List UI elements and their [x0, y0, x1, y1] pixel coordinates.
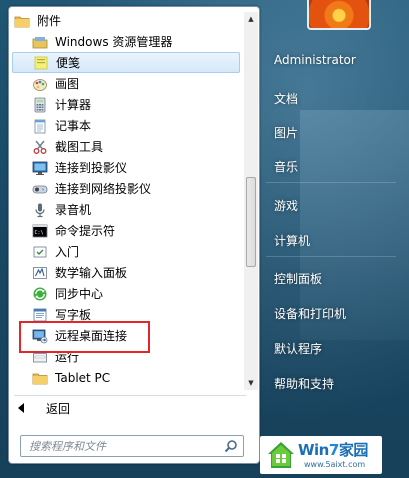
math-input-icon: [32, 265, 48, 281]
projector-icon: [32, 160, 48, 176]
microphone-icon: [32, 202, 48, 218]
program-list-scrollbar[interactable]: ▲ ▼: [244, 12, 258, 390]
folder-tablet-pc[interactable]: Tablet PC: [12, 367, 244, 388]
sync-center-icon: [32, 286, 48, 302]
program-sound-recorder[interactable]: 录音机: [12, 199, 244, 220]
program-label: 画图: [55, 77, 80, 91]
program-label: 数学输入面板: [55, 266, 128, 280]
right-item-music[interactable]: 音乐: [274, 158, 298, 175]
notepad-icon: [32, 118, 48, 134]
right-item-user[interactable]: Administrator: [274, 53, 356, 67]
program-math-input[interactable]: 数学输入面板: [12, 262, 244, 283]
program-label: 录音机: [55, 203, 92, 217]
program-connect-projector[interactable]: 连接到投影仪: [12, 157, 244, 178]
program-label: 命令提示符: [55, 224, 116, 238]
program-sync-center[interactable]: 同步中心: [12, 283, 244, 304]
program-paint[interactable]: 画图: [12, 73, 244, 94]
user-avatar[interactable]: [307, 0, 371, 30]
scroll-down-arrow[interactable]: ▼: [244, 376, 258, 390]
program-label: 附件: [37, 14, 62, 28]
scroll-up-arrow[interactable]: ▲: [244, 12, 258, 26]
right-item-control-panel[interactable]: 控制面板: [274, 270, 322, 287]
watermark-url: www.5aixt.com: [304, 460, 366, 469]
command-prompt-icon: C:\: [32, 223, 48, 239]
right-item-games[interactable]: 游戏: [274, 197, 298, 214]
scroll-thumb[interactable]: [246, 177, 256, 267]
program-command-prompt[interactable]: C:\ 命令提示符: [12, 220, 244, 241]
program-connect-network-projector[interactable]: 连接到网络投影仪: [12, 178, 244, 199]
program-label: 便笺: [56, 56, 81, 70]
search-input[interactable]: 搜索程序和文件: [20, 435, 244, 457]
annotation-highlight-box: [19, 321, 150, 353]
right-item-help-support[interactable]: 帮助和支持: [274, 375, 334, 392]
back-arrow-icon: [18, 403, 24, 413]
program-label: 截图工具: [55, 140, 104, 154]
right-separator: [266, 256, 396, 257]
program-snipping-tool[interactable]: 截图工具: [12, 136, 244, 157]
right-item-default-programs[interactable]: 默认程序: [274, 340, 322, 357]
search-placeholder: 搜索程序和文件: [29, 440, 106, 453]
snipping-tool-icon: [32, 139, 48, 155]
program-label: Windows 资源管理器: [55, 35, 173, 49]
house-logo-icon: [268, 442, 294, 468]
program-label: Tablet PC: [55, 370, 111, 385]
network-projector-icon: [32, 181, 48, 197]
calculator-icon: [32, 97, 48, 113]
back-button[interactable]: 返回: [14, 398, 246, 418]
search-icon[interactable]: [224, 439, 238, 453]
program-label: 记事本: [55, 119, 92, 133]
program-sticky-notes[interactable]: 便笺: [12, 52, 240, 73]
right-separator: [266, 182, 396, 183]
back-divider: [14, 395, 246, 396]
program-notepad[interactable]: 记事本: [12, 115, 244, 136]
program-getting-started[interactable]: 入门: [12, 241, 244, 262]
back-label: 返回: [46, 401, 71, 416]
right-item-documents[interactable]: 文档: [274, 90, 298, 107]
program-label: 计算器: [55, 98, 92, 112]
paint-icon: [32, 76, 48, 92]
getting-started-icon: [32, 244, 48, 260]
program-label: 连接到网络投影仪: [55, 182, 152, 196]
folder-icon: [14, 13, 30, 29]
right-item-devices-printers[interactable]: 设备和打印机: [274, 305, 346, 322]
svg-text:C:\: C:\: [35, 230, 44, 236]
program-label: 同步中心: [55, 287, 104, 301]
folder-icon: [32, 370, 48, 386]
right-item-computer[interactable]: 计算机: [274, 232, 310, 249]
right-item-pictures[interactable]: 图片: [274, 124, 298, 141]
folder-accessories[interactable]: 附件: [12, 10, 244, 31]
watermark-logo: Win7家园 www.5aixt.com: [260, 436, 382, 474]
program-explorer[interactable]: Windows 资源管理器: [12, 31, 244, 52]
sticky-notes-icon: [33, 55, 49, 71]
watermark-title: Win7家园: [298, 441, 368, 459]
program-label: 连接到投影仪: [55, 161, 128, 175]
program-label: 入门: [55, 245, 80, 259]
explorer-icon: [32, 34, 48, 50]
program-calculator[interactable]: 计算器: [12, 94, 244, 115]
